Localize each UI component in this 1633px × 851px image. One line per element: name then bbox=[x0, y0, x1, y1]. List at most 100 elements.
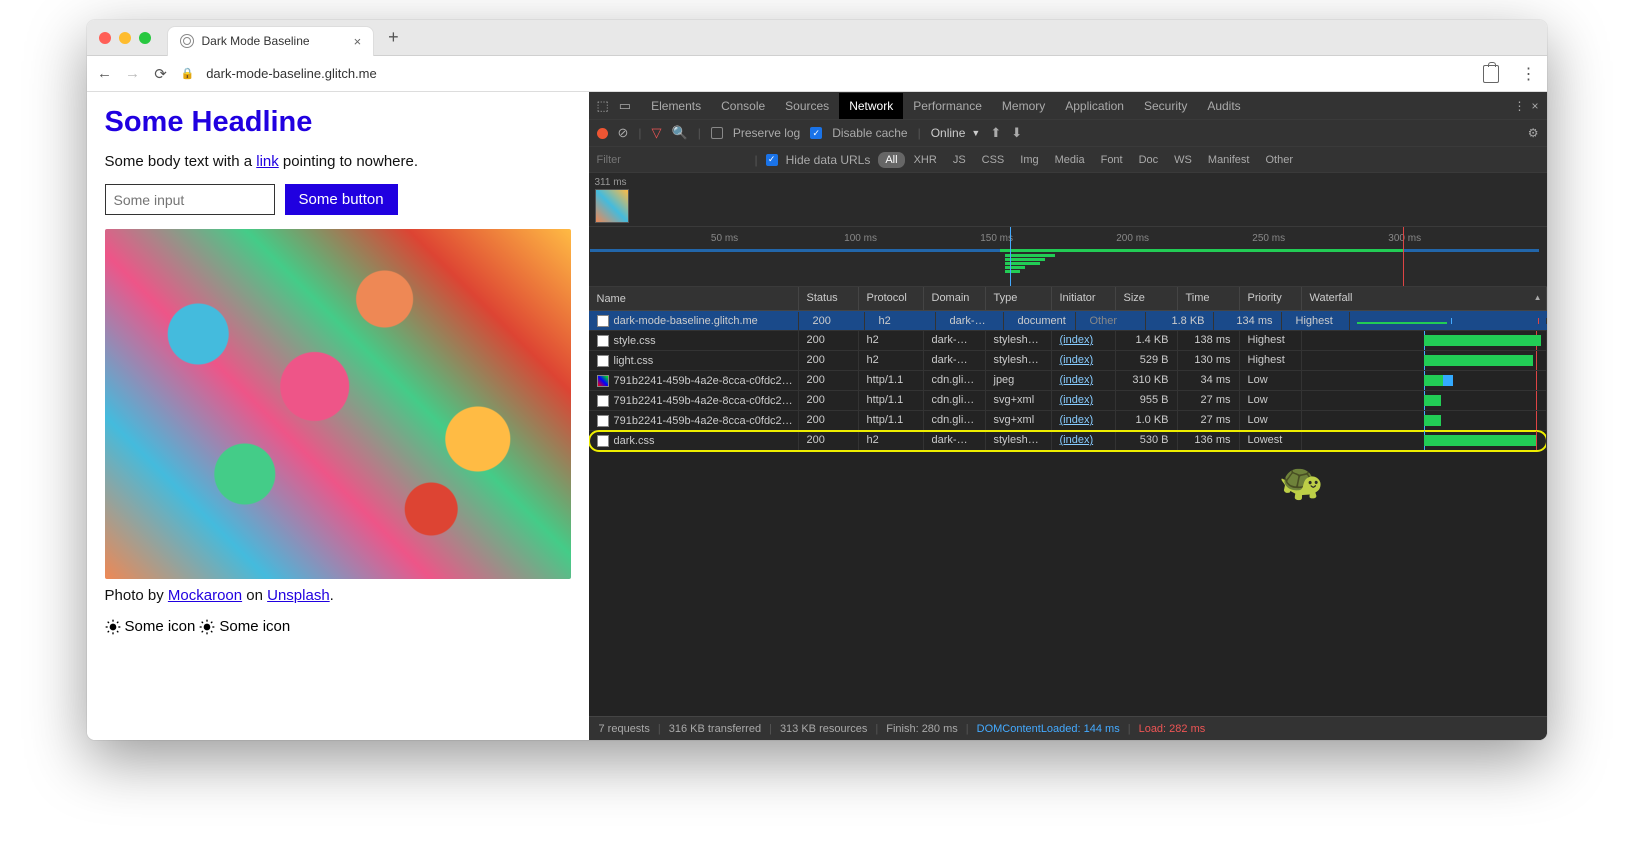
devtools-tab-elements[interactable]: Elements bbox=[641, 93, 711, 119]
new-tab-button[interactable]: + bbox=[388, 27, 399, 48]
back-button[interactable]: ← bbox=[97, 65, 113, 82]
table-row[interactable]: dark-mode-baseline.glitch.me200h2dark-mo… bbox=[589, 311, 1547, 331]
col-protocol[interactable]: Protocol bbox=[859, 287, 924, 310]
col-status[interactable]: Status bbox=[799, 287, 859, 310]
content-area: Some Headline Some body text with a link… bbox=[87, 92, 1547, 740]
devtools-tab-memory[interactable]: Memory bbox=[992, 93, 1055, 119]
col-priority[interactable]: Priority bbox=[1240, 287, 1302, 310]
photo-caption: Photo by Mockaroon on Unsplash. bbox=[105, 587, 571, 604]
address-bar: ← → ⟳ 🔒 dark-mode-baseline.glitch.me ⋮ bbox=[87, 56, 1547, 92]
devtools-tab-audits[interactable]: Audits bbox=[1197, 93, 1250, 119]
body-text: Some body text with a link pointing to n… bbox=[105, 153, 571, 170]
filter-type-doc[interactable]: Doc bbox=[1132, 152, 1166, 168]
col-domain[interactable]: Domain bbox=[924, 287, 986, 310]
devtools-tab-console[interactable]: Console bbox=[711, 93, 775, 119]
extension-icon[interactable] bbox=[1483, 65, 1499, 83]
overview-duration: 311 ms bbox=[595, 177, 627, 188]
timeline-ruler[interactable]: 50 ms100 ms150 ms200 ms250 ms300 ms bbox=[589, 227, 1547, 287]
col-initiator[interactable]: Initiator bbox=[1052, 287, 1116, 310]
body-link[interactable]: link bbox=[256, 153, 279, 170]
hide-data-urls-label: Hide data URLs bbox=[786, 153, 871, 167]
filter-input[interactable] bbox=[597, 154, 747, 166]
throttling-select[interactable]: Online▼ bbox=[931, 126, 981, 140]
record-button[interactable] bbox=[597, 128, 608, 139]
caption-link-author[interactable]: Mockaroon bbox=[168, 587, 242, 604]
filter-type-all[interactable]: All bbox=[878, 152, 904, 168]
status-dcl: DOMContentLoaded: 144 ms bbox=[977, 723, 1120, 735]
file-icon bbox=[597, 315, 609, 327]
maximize-window-icon[interactable] bbox=[139, 32, 151, 44]
filter-type-manifest[interactable]: Manifest bbox=[1201, 152, 1257, 168]
filter-type-xhr[interactable]: XHR bbox=[907, 152, 944, 168]
inspect-icon[interactable]: ⬚ bbox=[597, 98, 609, 114]
download-icon[interactable]: ⬇ bbox=[1011, 125, 1022, 141]
preserve-log-checkbox[interactable] bbox=[711, 127, 723, 139]
devtools-menu-icon[interactable]: ⋮ bbox=[1513, 99, 1525, 113]
demo-input[interactable] bbox=[105, 184, 275, 215]
reload-button[interactable]: ⟳ bbox=[153, 65, 169, 83]
lock-icon[interactable]: 🔒 bbox=[181, 67, 195, 80]
load-marker bbox=[1403, 227, 1404, 286]
filter-type-css[interactable]: CSS bbox=[975, 152, 1012, 168]
col-name[interactable]: Name bbox=[589, 287, 799, 310]
close-window-icon[interactable] bbox=[99, 32, 111, 44]
devtools-close-icon[interactable]: × bbox=[1531, 99, 1538, 113]
filter-type-media[interactable]: Media bbox=[1048, 152, 1092, 168]
timeline-tick: 200 ms bbox=[1116, 233, 1149, 244]
timeline-tick: 50 ms bbox=[711, 233, 738, 244]
demo-button[interactable]: Some button bbox=[285, 184, 398, 215]
file-icon bbox=[597, 415, 609, 427]
caption-link-site[interactable]: Unsplash bbox=[267, 587, 330, 604]
col-waterfall[interactable]: Waterfall▲ bbox=[1302, 287, 1547, 310]
minimize-window-icon[interactable] bbox=[119, 32, 131, 44]
timeline-tick: 100 ms bbox=[844, 233, 877, 244]
overview-strip[interactable]: 311 ms bbox=[589, 173, 1547, 227]
turtle-icon: 🐢 bbox=[1279, 461, 1324, 503]
hide-data-urls-checkbox[interactable]: ✓ bbox=[766, 154, 778, 166]
upload-icon[interactable]: ⬆ bbox=[990, 125, 1001, 141]
timeline-tick: 150 ms bbox=[980, 233, 1013, 244]
browser-tab[interactable]: Dark Mode Baseline × bbox=[167, 26, 375, 56]
table-row[interactable]: 791b2241-459b-4a2e-8cca-c0fdc2…200http/1… bbox=[589, 411, 1547, 431]
url-text[interactable]: dark-mode-baseline.glitch.me bbox=[206, 66, 377, 81]
table-row[interactable]: light.css200h2dark-mo…stylesheet(index)5… bbox=[589, 351, 1547, 371]
table-header: Name Status Protocol Domain Type Initiat… bbox=[589, 287, 1547, 311]
col-size[interactable]: Size bbox=[1116, 287, 1178, 310]
favicon-globe-icon bbox=[180, 34, 194, 48]
devtools-tab-security[interactable]: Security bbox=[1134, 93, 1197, 119]
filter-type-js[interactable]: JS bbox=[946, 152, 973, 168]
input-row: Some button bbox=[105, 184, 571, 215]
filter-type-img[interactable]: Img bbox=[1013, 152, 1045, 168]
device-icon[interactable]: ▭ bbox=[619, 98, 631, 114]
devtools-panel: ⬚ ▭ ElementsConsoleSourcesNetworkPerform… bbox=[589, 92, 1547, 740]
filter-type-other[interactable]: Other bbox=[1258, 152, 1300, 168]
search-icon[interactable]: 🔍 bbox=[672, 125, 688, 141]
col-time[interactable]: Time bbox=[1178, 287, 1240, 310]
table-row[interactable]: dark.css200h2dark-mo…stylesheet(index)53… bbox=[589, 431, 1547, 451]
table-row[interactable]: 791b2241-459b-4a2e-8cca-c0fdc2…200http/1… bbox=[589, 391, 1547, 411]
status-load: Load: 282 ms bbox=[1139, 723, 1206, 735]
settings-gear-icon[interactable]: ⚙ bbox=[1528, 126, 1539, 140]
browser-menu-icon[interactable]: ⋮ bbox=[1521, 64, 1537, 84]
col-type[interactable]: Type bbox=[986, 287, 1052, 310]
filter-type-ws[interactable]: WS bbox=[1167, 152, 1199, 168]
devtools-tab-sources[interactable]: Sources bbox=[775, 93, 839, 119]
devtools-tabs: ⬚ ▭ ElementsConsoleSourcesNetworkPerform… bbox=[589, 92, 1547, 120]
clear-button[interactable]: ⊘ bbox=[618, 125, 629, 141]
table-row[interactable]: 791b2241-459b-4a2e-8cca-c0fdc2…200http/1… bbox=[589, 371, 1547, 391]
tab-close-icon[interactable]: × bbox=[354, 34, 362, 49]
devtools-tab-application[interactable]: Application bbox=[1055, 93, 1134, 119]
icon-label-2: Some icon bbox=[219, 618, 290, 635]
filter-toggle-icon[interactable]: ▽ bbox=[652, 125, 662, 141]
filter-type-font[interactable]: Font bbox=[1094, 152, 1130, 168]
bulb-icon bbox=[199, 619, 215, 635]
disable-cache-checkbox[interactable]: ✓ bbox=[810, 127, 822, 139]
screenshot-thumbnail[interactable] bbox=[595, 189, 629, 223]
devtools-tab-performance[interactable]: Performance bbox=[903, 93, 992, 119]
network-table: Name Status Protocol Domain Type Initiat… bbox=[589, 287, 1547, 716]
forward-button[interactable]: → bbox=[125, 65, 141, 82]
table-body: dark-mode-baseline.glitch.me200h2dark-mo… bbox=[589, 311, 1547, 716]
table-row[interactable]: style.css200h2dark-mo…stylesheet(index)1… bbox=[589, 331, 1547, 351]
timeline-tick: 250 ms bbox=[1252, 233, 1285, 244]
devtools-tab-network[interactable]: Network bbox=[839, 93, 903, 119]
